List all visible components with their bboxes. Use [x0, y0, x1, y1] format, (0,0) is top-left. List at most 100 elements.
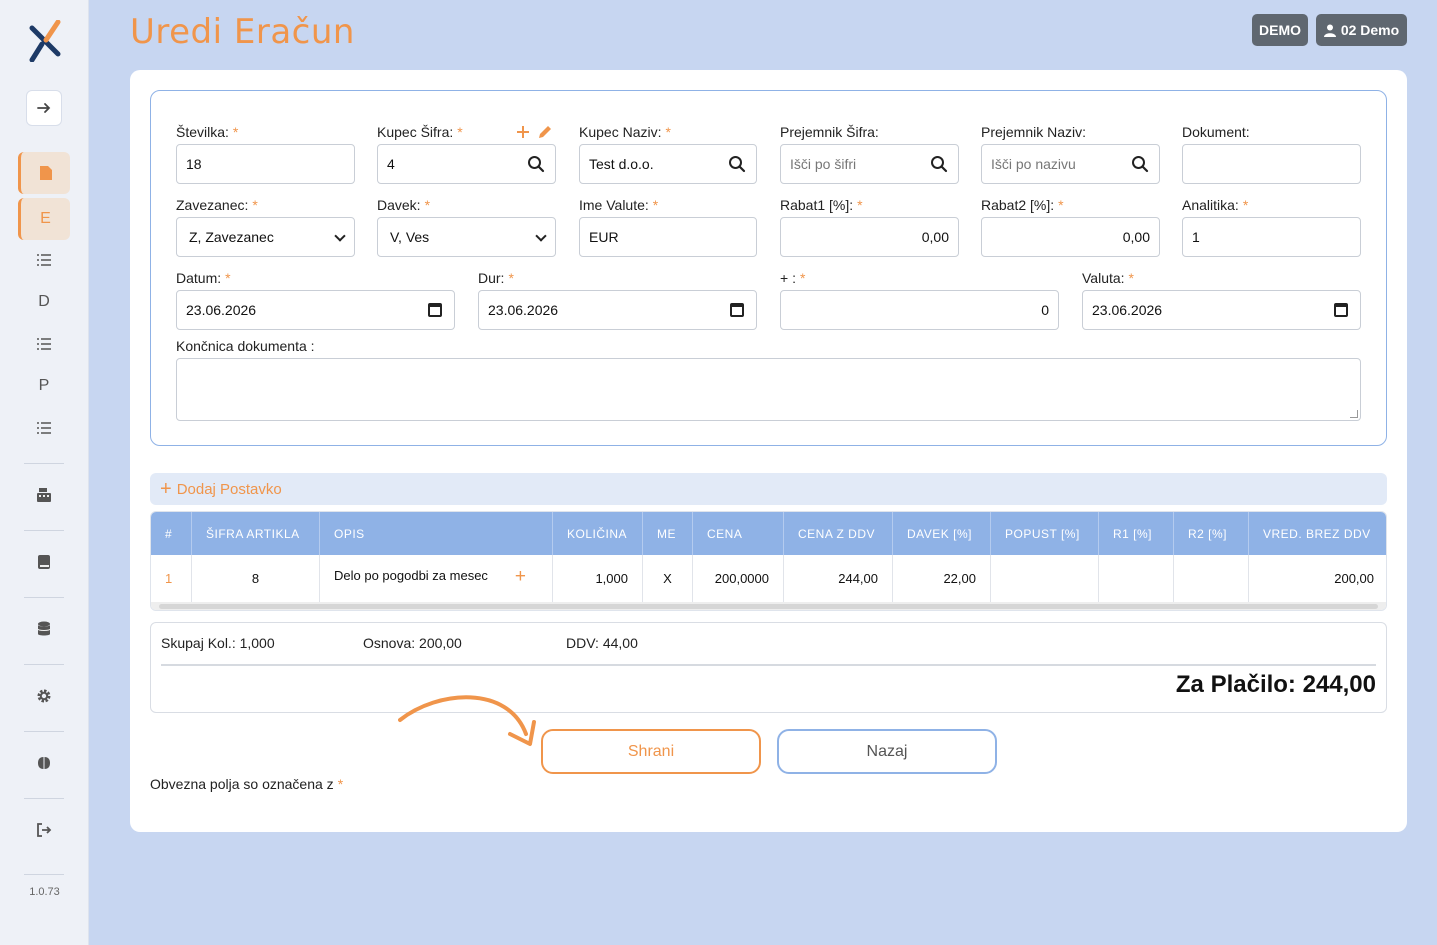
- analitika-input[interactable]: 1: [1182, 217, 1361, 257]
- kupec-naziv-input[interactable]: Test d.o.o.: [579, 144, 757, 184]
- sidebar-divider: [24, 664, 64, 665]
- dur-label: Dur: *: [478, 270, 514, 286]
- table-scrollbar[interactable]: [151, 602, 1386, 610]
- sidebar-divider: [24, 463, 64, 464]
- list-icon: [37, 254, 51, 266]
- sidebar-item-label: P: [38, 377, 50, 394]
- sidebar-toggle-button[interactable]: [26, 90, 62, 126]
- sidebar-item-database[interactable]: [26, 611, 62, 647]
- sidebar-item-documents[interactable]: [18, 152, 70, 194]
- search-icon[interactable]: [1131, 155, 1149, 173]
- resize-handle-icon[interactable]: [1350, 410, 1358, 418]
- expand-description-icon[interactable]: +: [515, 566, 526, 588]
- column-header: KOLIČINA: [553, 512, 643, 555]
- sidebar-item-book[interactable]: [26, 544, 62, 580]
- back-button[interactable]: Nazaj: [777, 729, 997, 774]
- cell-cena[interactable]: 200,0000: [693, 555, 784, 602]
- user-button[interactable]: 02 Demo: [1316, 14, 1407, 46]
- koncnica-textarea[interactable]: [176, 358, 1361, 421]
- sidebar-item-p[interactable]: P: [26, 368, 62, 404]
- cash-register-icon: [37, 488, 51, 502]
- edit-customer-icon[interactable]: [537, 124, 553, 140]
- ime-valute-input[interactable]: EUR: [579, 217, 757, 257]
- rabat2-label: Rabat2 [%]: *: [981, 197, 1064, 213]
- datum-input[interactable]: 23.06.2026: [176, 290, 455, 330]
- app-version: 1.0.73: [29, 886, 60, 898]
- calendar-icon[interactable]: [428, 303, 442, 317]
- kupec-sifra-input[interactable]: 4: [377, 144, 556, 184]
- user-icon: [1323, 24, 1336, 37]
- search-icon[interactable]: [728, 155, 746, 173]
- prejemnik-naziv-input[interactable]: Išči po nazivu: [981, 144, 1160, 184]
- required-fields-note: Obvezna polja so označena z *: [150, 776, 344, 792]
- sidebar-item-label: E: [40, 210, 51, 227]
- cell-kolicina[interactable]: 1,000: [553, 555, 643, 602]
- column-header: POPUST [%]: [991, 512, 1099, 555]
- cell-popust[interactable]: [991, 555, 1099, 602]
- sidebar-item-settings[interactable]: [26, 678, 62, 714]
- plus-field-input[interactable]: 0: [780, 290, 1059, 330]
- sidebar-item-d[interactable]: D: [26, 284, 62, 320]
- cell-opis[interactable]: Delo po pogodbi za mesec +: [320, 555, 553, 602]
- calendar-icon[interactable]: [730, 303, 744, 317]
- rabat2-input[interactable]: 0,00: [981, 217, 1160, 257]
- cell-index: 1: [151, 555, 192, 602]
- rabat1-input[interactable]: 0,00: [780, 217, 959, 257]
- save-button[interactable]: Shrani: [541, 729, 761, 774]
- sidebar-item-p-list[interactable]: [26, 410, 62, 446]
- cell-sifra[interactable]: 8: [192, 555, 320, 602]
- zavezanec-select[interactable]: Z, Zavezanec: [176, 217, 355, 257]
- book-icon: [38, 555, 50, 569]
- ddv-total: DDV: 44,00: [566, 635, 638, 651]
- sidebar-divider: [24, 530, 64, 531]
- sidebar: E D P 1.0.73: [0, 0, 89, 945]
- arrow-right-icon: [37, 103, 51, 113]
- datum-label: Datum: *: [176, 270, 231, 286]
- valuta-input[interactable]: 23.06.2026: [1082, 290, 1361, 330]
- demo-badge[interactable]: DEMO: [1252, 14, 1308, 46]
- calendar-icon[interactable]: [1334, 303, 1348, 317]
- search-icon[interactable]: [930, 155, 948, 173]
- scrollbar-thumb[interactable]: [159, 604, 1378, 609]
- plus-icon: +: [160, 477, 172, 500]
- sidebar-item-eracun[interactable]: E: [18, 198, 70, 240]
- column-header: OPIS: [320, 512, 553, 555]
- cell-davek[interactable]: 22,00: [893, 555, 991, 602]
- plus-field-label: + : *: [780, 270, 806, 286]
- sidebar-item-ai[interactable]: [26, 745, 62, 781]
- search-icon[interactable]: [527, 155, 545, 173]
- dokument-label: Dokument:: [1182, 124, 1250, 140]
- prejemnik-sifra-input[interactable]: Išči po šifri: [780, 144, 959, 184]
- sidebar-item-eracun-list[interactable]: [26, 242, 62, 278]
- add-customer-icon[interactable]: [516, 125, 530, 139]
- brain-icon: [38, 757, 50, 769]
- stevilka-input[interactable]: 18: [176, 144, 355, 184]
- app-logo[interactable]: [28, 20, 62, 62]
- table-row[interactable]: 1 8 Delo po pogodbi za mesec + 1,000 X 2…: [151, 555, 1386, 602]
- column-header: CENA Z DDV: [784, 512, 893, 555]
- cell-r1[interactable]: [1099, 555, 1174, 602]
- dur-input[interactable]: 23.06.2026: [478, 290, 757, 330]
- cell-r2[interactable]: [1174, 555, 1249, 602]
- database-icon: [37, 621, 51, 636]
- list-icon: [37, 338, 51, 350]
- main-card: Številka: * 18 Kupec Šifra: * 4 Kupec Nazi…: [130, 70, 1407, 832]
- sidebar-item-d-list[interactable]: [26, 326, 62, 362]
- skupaj-kolicina: Skupaj Kol.: 1,000: [161, 635, 275, 651]
- davek-label: Davek: *: [377, 197, 431, 213]
- add-item-button[interactable]: + Dodaj Postavko: [150, 473, 1387, 505]
- dokument-input[interactable]: [1182, 144, 1361, 184]
- sidebar-item-logout[interactable]: [26, 812, 62, 848]
- sidebar-item-cash-register[interactable]: [26, 477, 62, 513]
- chevron-down-icon: [535, 230, 547, 242]
- cell-me[interactable]: X: [643, 555, 693, 602]
- prejemnik-naziv-label: Prejemnik Naziv:: [981, 124, 1087, 140]
- list-icon: [37, 422, 51, 434]
- column-header: CENA: [693, 512, 784, 555]
- file-icon: [39, 166, 52, 180]
- cell-cena-z-ddv[interactable]: 244,00: [784, 555, 893, 602]
- page-title: Uredi Eračun: [130, 12, 355, 52]
- davek-select[interactable]: V, Ves: [377, 217, 556, 257]
- invoice-form: Številka: * 18 Kupec Šifra: * 4 Kupec Nazi…: [150, 90, 1387, 446]
- column-header: VRED. BREZ DDV: [1263, 526, 1371, 541]
